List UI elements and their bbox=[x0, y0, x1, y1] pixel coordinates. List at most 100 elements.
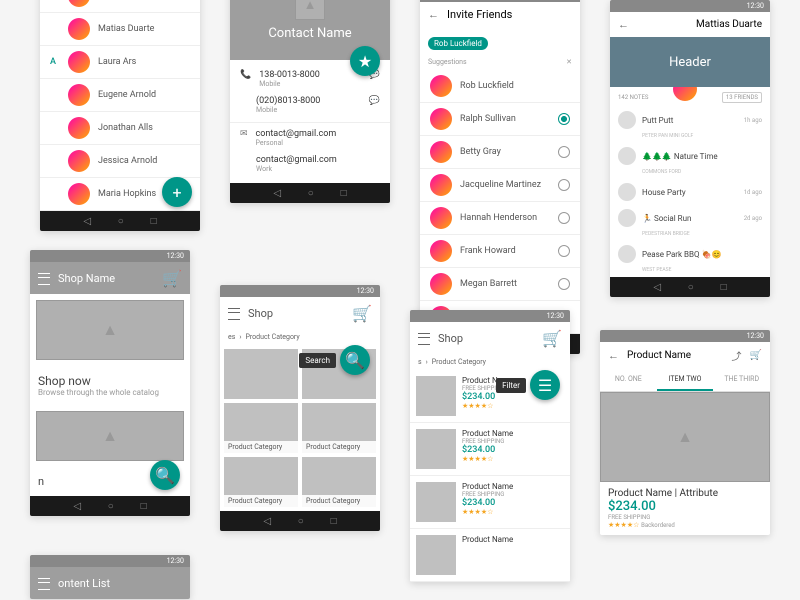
phone-row[interactable]: (020)8013-8000Mobile💬 bbox=[230, 92, 390, 118]
recent-icon[interactable]: □ bbox=[331, 516, 337, 527]
radio[interactable] bbox=[558, 212, 570, 224]
screen-title: Product Name bbox=[627, 350, 724, 361]
contact-row[interactable]: ALaura Ars bbox=[40, 46, 200, 79]
menu-icon[interactable] bbox=[418, 333, 430, 343]
product-row[interactable]: Product Name bbox=[410, 529, 570, 582]
product-price: $234.00 bbox=[462, 498, 513, 508]
product-name: Product Name bbox=[462, 482, 513, 491]
status-bar: 12:30 bbox=[30, 555, 190, 567]
home-icon[interactable]: ○ bbox=[118, 216, 124, 227]
radio[interactable] bbox=[558, 179, 570, 191]
menu-icon[interactable] bbox=[38, 273, 50, 283]
search-fab[interactable]: 🔍 bbox=[150, 460, 180, 490]
back-arrow-icon[interactable]: ← bbox=[428, 8, 439, 21]
person-name: Ralph Sullivan bbox=[460, 114, 516, 124]
radio[interactable] bbox=[558, 245, 570, 257]
contact-row[interactable]: Jessica Arnold bbox=[40, 145, 200, 178]
suggestion-row[interactable]: Ralph Sullivan bbox=[420, 103, 580, 136]
rating-stars: ★★★★☆ bbox=[462, 402, 513, 410]
product-name: Product Name bbox=[462, 535, 513, 544]
feed-item[interactable]: House Party1d ago bbox=[610, 179, 770, 205]
selected-chip[interactable]: Rob Luckfield bbox=[428, 37, 488, 50]
search-fab[interactable]: 🔍 bbox=[340, 345, 370, 375]
cart-icon[interactable]: 🛒 bbox=[352, 304, 372, 323]
avatar bbox=[68, 84, 90, 106]
category-cell[interactable]: Product Category bbox=[224, 457, 298, 507]
feed-item[interactable]: 🌲🌲🌲 Nature Time bbox=[610, 143, 770, 169]
cart-icon[interactable]: 🛒 bbox=[542, 329, 562, 348]
product-row[interactable]: Product NameFREE SHIPPING$234.00★★★★☆ bbox=[410, 476, 570, 529]
friends-button[interactable]: 13 FRIENDS bbox=[722, 92, 762, 103]
avatar bbox=[68, 183, 90, 205]
suggestion-row[interactable]: Rob Luckfield bbox=[420, 70, 580, 103]
avatar bbox=[68, 51, 90, 73]
avatar bbox=[68, 0, 90, 7]
tab-three[interactable]: THE THIRD bbox=[713, 369, 770, 391]
cart-icon[interactable]: 🛒 bbox=[162, 269, 182, 288]
filter-fab[interactable]: ☰ bbox=[530, 370, 560, 400]
add-contact-fab[interactable]: + bbox=[162, 177, 192, 207]
suggestion-row[interactable]: Betty Gray bbox=[420, 136, 580, 169]
suggestion-row[interactable]: Frank Howard bbox=[420, 235, 580, 268]
recent-icon[interactable]: □ bbox=[341, 188, 347, 199]
menu-icon[interactable] bbox=[38, 578, 50, 588]
category-cell[interactable]: Product Category bbox=[302, 457, 376, 507]
avatar bbox=[618, 183, 636, 201]
home-icon[interactable]: ○ bbox=[108, 501, 114, 512]
email-row[interactable]: contact@gmail.comWork bbox=[230, 151, 390, 177]
close-icon[interactable]: ✕ bbox=[566, 58, 572, 66]
message-icon[interactable]: 💬 bbox=[369, 96, 380, 114]
category-cell[interactable]: Product Category bbox=[302, 403, 376, 453]
hero-image: ▲ bbox=[36, 300, 184, 360]
home-icon[interactable]: ○ bbox=[298, 516, 304, 527]
back-icon[interactable]: ◁ bbox=[73, 501, 81, 512]
category-cell[interactable]: Product Category bbox=[224, 403, 298, 453]
back-icon[interactable]: ◁ bbox=[653, 282, 661, 293]
recent-icon[interactable]: □ bbox=[141, 501, 147, 512]
email-row[interactable]: ✉contact@gmail.comPersonal bbox=[230, 122, 390, 151]
email-label: Work bbox=[256, 165, 337, 173]
tab-two[interactable]: ITEM TWO bbox=[657, 369, 714, 391]
radio-selected[interactable] bbox=[558, 113, 570, 125]
breadcrumb[interactable]: s›Product Category bbox=[410, 354, 570, 370]
suggestion-row[interactable]: Megan Barrett bbox=[420, 268, 580, 301]
breadcrumb[interactable]: es›Product Category bbox=[220, 329, 380, 345]
person-name: Megan Barrett bbox=[460, 279, 517, 289]
feed-item[interactable]: Pease Park BBQ 🍖😊 bbox=[610, 241, 770, 267]
suggestion-row[interactable]: Hannah Henderson bbox=[420, 202, 580, 235]
recent-icon[interactable]: □ bbox=[721, 282, 727, 293]
recent-icon[interactable]: □ bbox=[151, 216, 157, 227]
radio[interactable] bbox=[558, 146, 570, 158]
home-icon[interactable]: ○ bbox=[308, 188, 314, 199]
profile-header: Header bbox=[610, 37, 770, 87]
clock: 12:30 bbox=[167, 252, 184, 260]
back-arrow-icon[interactable]: ← bbox=[608, 349, 619, 362]
image-placeholder-icon: ▲ bbox=[295, 0, 325, 20]
star-fab[interactable]: ★ bbox=[350, 46, 380, 76]
menu-icon[interactable] bbox=[228, 308, 240, 318]
product-thumb bbox=[416, 429, 456, 469]
home-icon[interactable]: ○ bbox=[688, 282, 694, 293]
share-icon[interactable]: ⤴ bbox=[732, 348, 742, 363]
back-arrow-icon[interactable]: ← bbox=[618, 18, 629, 31]
back-icon[interactable]: ◁ bbox=[263, 516, 271, 527]
suggestion-row[interactable]: Jacqueline Martinez bbox=[420, 169, 580, 202]
category-cell[interactable] bbox=[224, 349, 298, 399]
category-label: Product Category bbox=[302, 441, 376, 453]
avatar bbox=[618, 147, 636, 165]
avatar bbox=[430, 108, 452, 130]
feed-item[interactable]: 🏃 Social Run2d ago bbox=[610, 205, 770, 231]
app-bar: Shop🛒 bbox=[410, 322, 570, 354]
contact-row[interactable]: Eugene Arnold bbox=[40, 79, 200, 112]
back-icon[interactable]: ◁ bbox=[83, 216, 91, 227]
tab-one[interactable]: NO. ONE bbox=[600, 369, 657, 391]
cart-icon[interactable]: 🛒 bbox=[750, 350, 762, 361]
product-row[interactable]: Product NameFREE SHIPPING$234.00★★★★☆ bbox=[410, 423, 570, 476]
radio[interactable] bbox=[558, 278, 570, 290]
back-icon[interactable]: ◁ bbox=[273, 188, 281, 199]
contact-row[interactable]: Matthew Russell bbox=[40, 0, 200, 13]
contact-row[interactable]: Jonathan Alls bbox=[40, 112, 200, 145]
contact-row[interactable]: Matias Duarte bbox=[40, 13, 200, 46]
feed-item[interactable]: Putt Putt1h ago bbox=[610, 107, 770, 133]
product-ship: FREE SHIPPING bbox=[608, 514, 762, 521]
